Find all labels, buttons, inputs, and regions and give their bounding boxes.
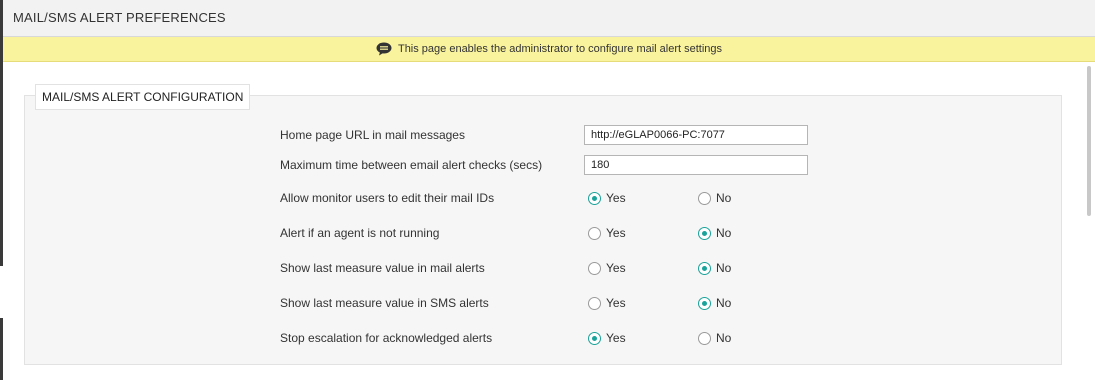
radio-label: No bbox=[716, 296, 732, 310]
agent-not-running-no-radio[interactable]: No bbox=[698, 223, 731, 243]
row-measure-mail: Show last measure value in mail alerts Y… bbox=[25, 258, 1063, 280]
alert-config-section: MAIL/SMS ALERT CONFIGURATION Home page U… bbox=[24, 84, 1063, 365]
radio-label: No bbox=[716, 331, 732, 345]
radio-circle-icon bbox=[588, 191, 601, 205]
radio-label: Yes bbox=[606, 191, 626, 205]
measure-sms-no-radio[interactable]: No bbox=[698, 293, 731, 313]
radio-circle-icon bbox=[588, 331, 601, 345]
row-measure-sms: Show last measure value in SMS alerts Ye… bbox=[25, 293, 1063, 315]
info-text: This page enables the administrator to c… bbox=[397, 43, 723, 55]
speech-bubble-icon bbox=[376, 42, 392, 56]
row-max-time: Maximum time between email alert checks … bbox=[25, 155, 1063, 177]
scrollbar-thumb[interactable] bbox=[1087, 66, 1091, 216]
section-legend: MAIL/SMS ALERT CONFIGURATION bbox=[35, 84, 251, 110]
radio-label: No bbox=[716, 191, 732, 205]
radio-circle-icon bbox=[698, 261, 711, 275]
measure-sms-label: Show last measure value in SMS alerts bbox=[280, 296, 489, 310]
info-banner: This page enables the administrator to c… bbox=[3, 37, 1095, 62]
max-time-input[interactable] bbox=[584, 155, 808, 175]
measure-sms-yes-radio[interactable]: Yes bbox=[588, 293, 626, 313]
page-header: MAIL/SMS ALERT PREFERENCES bbox=[3, 0, 1095, 37]
allow-edit-mail-no-radio[interactable]: No bbox=[698, 188, 731, 208]
radio-circle-icon bbox=[588, 261, 601, 275]
radio-circle-icon bbox=[698, 331, 711, 345]
vertical-scrollbar[interactable] bbox=[1083, 62, 1095, 380]
radio-circle-icon bbox=[588, 226, 601, 240]
row-home-url: Home page URL in mail messages bbox=[25, 125, 1063, 147]
allow-edit-mail-yes-radio[interactable]: Yes bbox=[588, 188, 626, 208]
radio-label: Yes bbox=[606, 331, 626, 345]
radio-label: No bbox=[716, 226, 732, 240]
measure-mail-yes-radio[interactable]: Yes bbox=[588, 258, 626, 278]
home-url-input[interactable] bbox=[584, 125, 808, 145]
radio-circle-icon bbox=[698, 191, 711, 205]
radio-circle-icon bbox=[698, 296, 711, 310]
agent-not-running-label: Alert if an agent is not running bbox=[280, 226, 440, 240]
row-agent-not-running: Alert if an agent is not running Yes No bbox=[25, 223, 1063, 245]
stop-escalation-label: Stop escalation for acknowledged alerts bbox=[280, 331, 493, 345]
radio-label: Yes bbox=[606, 226, 626, 240]
measure-mail-no-radio[interactable]: No bbox=[698, 258, 731, 278]
agent-not-running-yes-radio[interactable]: Yes bbox=[588, 223, 626, 243]
main-content: MAIL/SMS ALERT CONFIGURATION Home page U… bbox=[3, 62, 1095, 380]
max-time-label: Maximum time between email alert checks … bbox=[280, 158, 543, 172]
stop-escalation-yes-radio[interactable]: Yes bbox=[588, 328, 626, 348]
home-url-label: Home page URL in mail messages bbox=[280, 128, 465, 142]
radio-label: No bbox=[716, 261, 732, 275]
radio-circle-icon bbox=[698, 226, 711, 240]
allow-edit-mail-label: Allow monitor users to edit their mail I… bbox=[280, 191, 495, 205]
row-allow-edit-mail: Allow monitor users to edit their mail I… bbox=[25, 188, 1063, 210]
row-stop-escalation: Stop escalation for acknowledged alerts … bbox=[25, 328, 1063, 350]
stop-escalation-no-radio[interactable]: No bbox=[698, 328, 731, 348]
radio-circle-icon bbox=[588, 296, 601, 310]
radio-label: Yes bbox=[606, 261, 626, 275]
page-title: MAIL/SMS ALERT PREFERENCES bbox=[13, 10, 226, 25]
radio-label: Yes bbox=[606, 296, 626, 310]
measure-mail-label: Show last measure value in mail alerts bbox=[280, 261, 485, 275]
